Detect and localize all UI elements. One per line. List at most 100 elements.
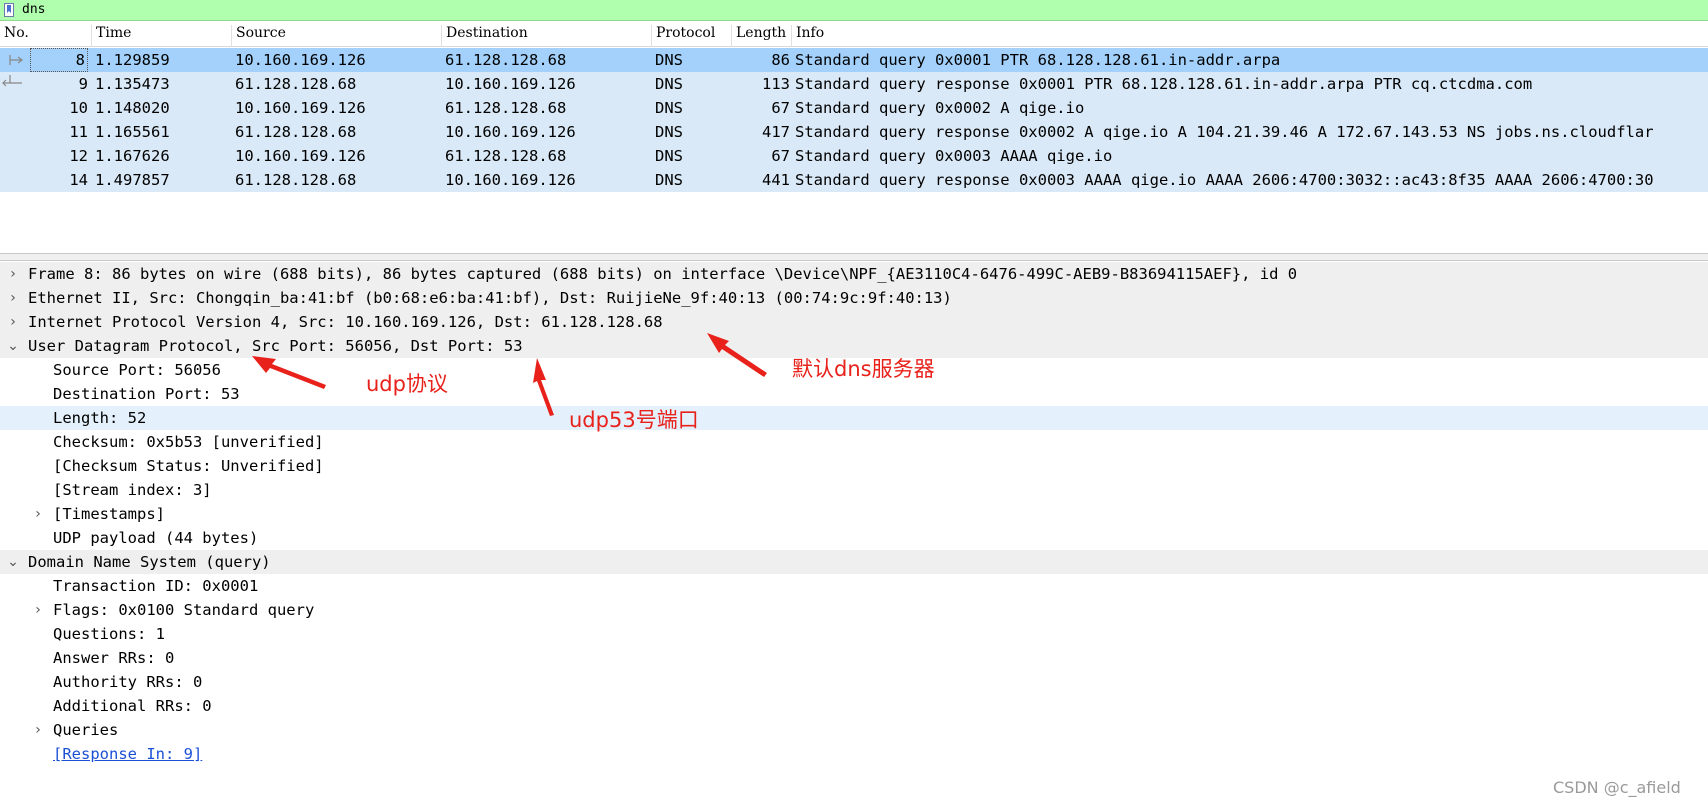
tree-row-response-in[interactable]: [Response In: 9] [0, 742, 1708, 766]
packet-length: 67 [771, 99, 790, 117]
packet-row[interactable]: 10 1.148020 10.160.169.126 61.128.128.68… [0, 96, 1708, 120]
tree-row-additional-rrs[interactable]: Additional RRs: 0 [0, 694, 1708, 718]
tree-row-label: Domain Name System (query) [28, 553, 271, 571]
tree-row-stream-index[interactable]: [Stream index: 3] [0, 478, 1708, 502]
tree-row-label: Additional RRs: 0 [53, 697, 212, 715]
packet-row[interactable]: 9 1.135473 61.128.128.68 10.160.169.126 … [0, 72, 1708, 96]
packet-no: 10 [69, 99, 88, 117]
tree-row-label: Length: 52 [53, 409, 147, 427]
packet-time: 1.167626 [95, 147, 170, 165]
packet-protocol: DNS [655, 171, 683, 189]
tree-row-label: Destination Port: 53 [53, 385, 240, 403]
tree-row-transaction-id[interactable]: Transaction ID: 0x0001 [0, 574, 1708, 598]
packet-length: 113 [762, 75, 790, 93]
request-arrow-icon [9, 55, 23, 65]
chevron-right-icon[interactable]: › [6, 286, 20, 310]
packet-row[interactable]: 14 1.497857 61.128.128.68 10.160.169.126… [0, 168, 1708, 192]
tree-row-answer-rrs[interactable]: Answer RRs: 0 [0, 646, 1708, 670]
packet-info: Standard query 0x0001 PTR 68.128.128.61.… [795, 51, 1281, 69]
tree-row-label: [Stream index: 3] [53, 481, 212, 499]
tree-row-label: UDP payload (44 bytes) [53, 529, 259, 547]
tree-row-label: Authority RRs: 0 [53, 673, 203, 691]
packet-time: 1.129859 [95, 51, 170, 69]
display-filter-bar[interactable]: dns [0, 0, 1708, 21]
column-header-protocol[interactable]: Protocol [652, 25, 732, 47]
column-header-no[interactable]: No. [0, 25, 92, 47]
tree-row-flags[interactable]: › Flags: 0x0100 Standard query [0, 598, 1708, 622]
packet-protocol: DNS [655, 51, 683, 69]
watermark: CSDN @c_afield [1553, 778, 1681, 797]
packet-time: 1.497857 [95, 171, 170, 189]
tree-row-label: Answer RRs: 0 [53, 649, 175, 667]
packet-row[interactable]: 8 1.129859 10.160.169.126 61.128.128.68 … [0, 48, 1708, 72]
annotation-udp-port: udp53号端口 [569, 408, 699, 432]
chevron-right-icon[interactable]: › [6, 310, 20, 334]
packet-no: 8 [30, 48, 88, 72]
tree-row-dns[interactable]: ⌄ Domain Name System (query) [0, 550, 1708, 574]
column-header-info[interactable]: Info [792, 25, 1708, 47]
packet-list-header: No. Time Source Destination Protocol Len… [0, 25, 1708, 47]
tree-row-destination-port[interactable]: Destination Port: 53 [0, 382, 1708, 406]
packet-destination: 61.128.128.68 [445, 147, 567, 165]
annotation-default-dns: 默认dns服务器 [792, 357, 935, 381]
column-header-destination[interactable]: Destination [442, 25, 652, 47]
filter-input[interactable]: dns [22, 2, 45, 17]
tree-row-questions[interactable]: Questions: 1 [0, 622, 1708, 646]
packet-row[interactable]: 11 1.165561 61.128.128.68 10.160.169.126… [0, 120, 1708, 144]
packet-details-tree[interactable]: › Frame 8: 86 bytes on wire (688 bits), … [0, 262, 1708, 808]
packet-info: Standard query 0x0002 A qige.io [795, 99, 1085, 117]
packet-destination: 10.160.169.126 [445, 123, 576, 141]
tree-row-checksum-status[interactable]: [Checksum Status: Unverified] [0, 454, 1708, 478]
packet-protocol: DNS [655, 147, 683, 165]
response-in-link[interactable]: [Response In: 9] [53, 742, 202, 766]
chevron-right-icon[interactable]: › [31, 718, 45, 742]
pane-splitter[interactable] [0, 253, 1708, 261]
packet-time: 1.148020 [95, 99, 170, 117]
column-header-time[interactable]: Time [92, 25, 232, 47]
column-header-length[interactable]: Length [732, 25, 792, 47]
tree-row-label: Ethernet II, Src: Chongqin_ba:41:bf (b0:… [28, 289, 952, 307]
packet-source: 61.128.128.68 [235, 75, 357, 93]
tree-row-checksum[interactable]: Checksum: 0x5b53 [unverified] [0, 430, 1708, 454]
tree-row-label: Checksum: 0x5b53 [unverified] [53, 433, 324, 451]
packet-list[interactable]: No. Time Source Destination Protocol Len… [0, 21, 1708, 255]
tree-row-timestamps[interactable]: › [Timestamps] [0, 502, 1708, 526]
tree-row-ethernet[interactable]: › Ethernet II, Src: Chongqin_ba:41:bf (b… [0, 286, 1708, 310]
tree-row-label: User Datagram Protocol, Src Port: 56056,… [28, 337, 523, 355]
packet-info: Standard query 0x0003 AAAA qige.io [795, 147, 1113, 165]
packet-row[interactable]: 12 1.167626 10.160.169.126 61.128.128.68… [0, 144, 1708, 168]
tree-row-queries[interactable]: › Queries [0, 718, 1708, 742]
packet-length: 441 [762, 171, 790, 189]
tree-row-label: Flags: 0x0100 Standard query [53, 601, 315, 619]
annotation-udp-protocol: udp协议 [366, 372, 448, 396]
tree-row-authority-rrs[interactable]: Authority RRs: 0 [0, 670, 1708, 694]
packet-protocol: DNS [655, 99, 683, 117]
tree-row-length[interactable]: Length: 52 [0, 406, 1708, 430]
packet-info: Standard query response 0x0003 AAAA qige… [795, 171, 1654, 189]
packet-destination: 61.128.128.68 [445, 51, 567, 69]
packet-no: 14 [69, 171, 88, 189]
tree-row-label: Transaction ID: 0x0001 [53, 577, 259, 595]
tree-row-label: Questions: 1 [53, 625, 165, 643]
tree-row-label: Queries [53, 721, 119, 739]
packet-length: 67 [771, 147, 790, 165]
tree-row-frame[interactable]: › Frame 8: 86 bytes on wire (688 bits), … [0, 262, 1708, 286]
packet-destination: 10.160.169.126 [445, 171, 576, 189]
chevron-down-icon[interactable]: ⌄ [6, 550, 20, 574]
tree-row-label: Frame 8: 86 bytes on wire (688 bits), 86… [28, 265, 1298, 283]
tree-row-ipv4[interactable]: › Internet Protocol Version 4, Src: 10.1… [0, 310, 1708, 334]
chevron-right-icon[interactable]: › [31, 598, 45, 622]
packet-no: 12 [69, 147, 88, 165]
packet-protocol: DNS [655, 123, 683, 141]
chevron-right-icon[interactable]: › [31, 502, 45, 526]
packet-source: 10.160.169.126 [235, 51, 366, 69]
packet-time: 1.165561 [95, 123, 170, 141]
tree-row-label: Internet Protocol Version 4, Src: 10.160… [28, 313, 663, 331]
packet-no: 11 [69, 123, 88, 141]
column-header-source[interactable]: Source [232, 25, 442, 47]
tree-row-udp-payload[interactable]: UDP payload (44 bytes) [0, 526, 1708, 550]
packet-source: 10.160.169.126 [235, 99, 366, 117]
bookmark-icon[interactable] [4, 3, 14, 17]
chevron-right-icon[interactable]: › [6, 262, 20, 286]
chevron-down-icon[interactable]: ⌄ [6, 334, 20, 358]
